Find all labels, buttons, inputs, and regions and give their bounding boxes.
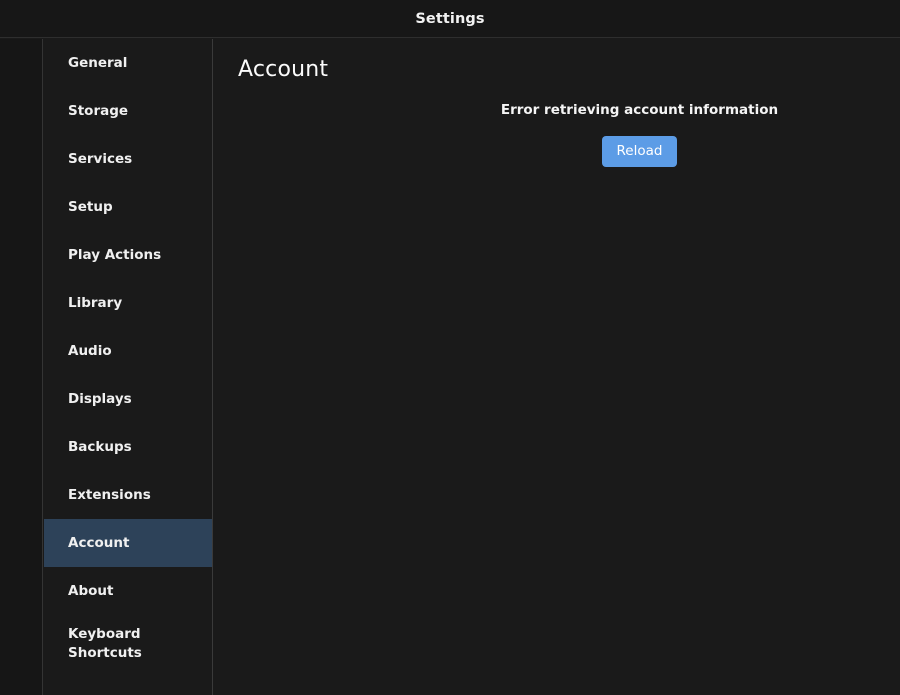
sidebar-item-backups[interactable]: Backups [44,423,212,471]
sidebar-nav-list: General Storage Services Setup Play Actions L… [44,39,212,663]
sidebar-item-library[interactable]: Library [44,279,212,327]
sidebar-item-label: Play Actions [68,246,162,263]
sidebar-item-extensions[interactable]: Extensions [44,471,212,519]
account-panel: Error retrieving account information Rel… [214,101,900,167]
sidebar-item-storage[interactable]: Storage [44,87,212,135]
page-title: Account [238,57,329,82]
left-edge-strip [0,39,43,695]
sidebar-item-keyboard-shortcuts[interactable]: Keyboard Shortcuts [44,615,212,663]
sidebar-item-label: Displays [68,390,132,407]
sidebar-item-audio[interactable]: Audio [44,327,212,375]
sidebar-item-setup[interactable]: Setup [44,183,212,231]
sidebar-item-about[interactable]: About [44,567,212,615]
sidebar-item-services[interactable]: Services [44,135,212,183]
sidebar-item-general[interactable]: General [44,39,212,87]
window-title: Settings [415,11,485,27]
settings-window: Settings General Storage Services Setup Play… [0,0,900,695]
sidebar-item-label: Audio [68,342,112,359]
reload-button[interactable]: Reload [601,136,678,167]
window-body: General Storage Services Setup Play Actions L… [0,39,900,695]
settings-sidebar[interactable]: General Storage Services Setup Play Actions L… [44,39,213,695]
sidebar-item-account[interactable]: Account [44,519,212,567]
sidebar-item-label: About [68,582,114,599]
error-message: Error retrieving account information [500,102,779,118]
window-titlebar: Settings [0,0,900,38]
sidebar-item-label: Storage [68,102,129,119]
sidebar-item-label: Account [68,534,130,551]
sidebar-item-play-actions[interactable]: Play Actions [44,231,212,279]
sidebar-item-displays[interactable]: Displays [44,375,212,423]
sidebar-item-label: Setup [68,198,113,215]
sidebar-item-label: Services [68,150,133,167]
sidebar-item-label: Keyboard Shortcuts [68,626,142,661]
sidebar-item-label: Backups [68,438,132,455]
settings-content: Account Error retrieving account informa… [214,39,900,695]
sidebar-item-label: General [68,54,128,71]
sidebar-item-label: Extensions [68,486,151,503]
sidebar-item-label: Library [68,294,123,311]
